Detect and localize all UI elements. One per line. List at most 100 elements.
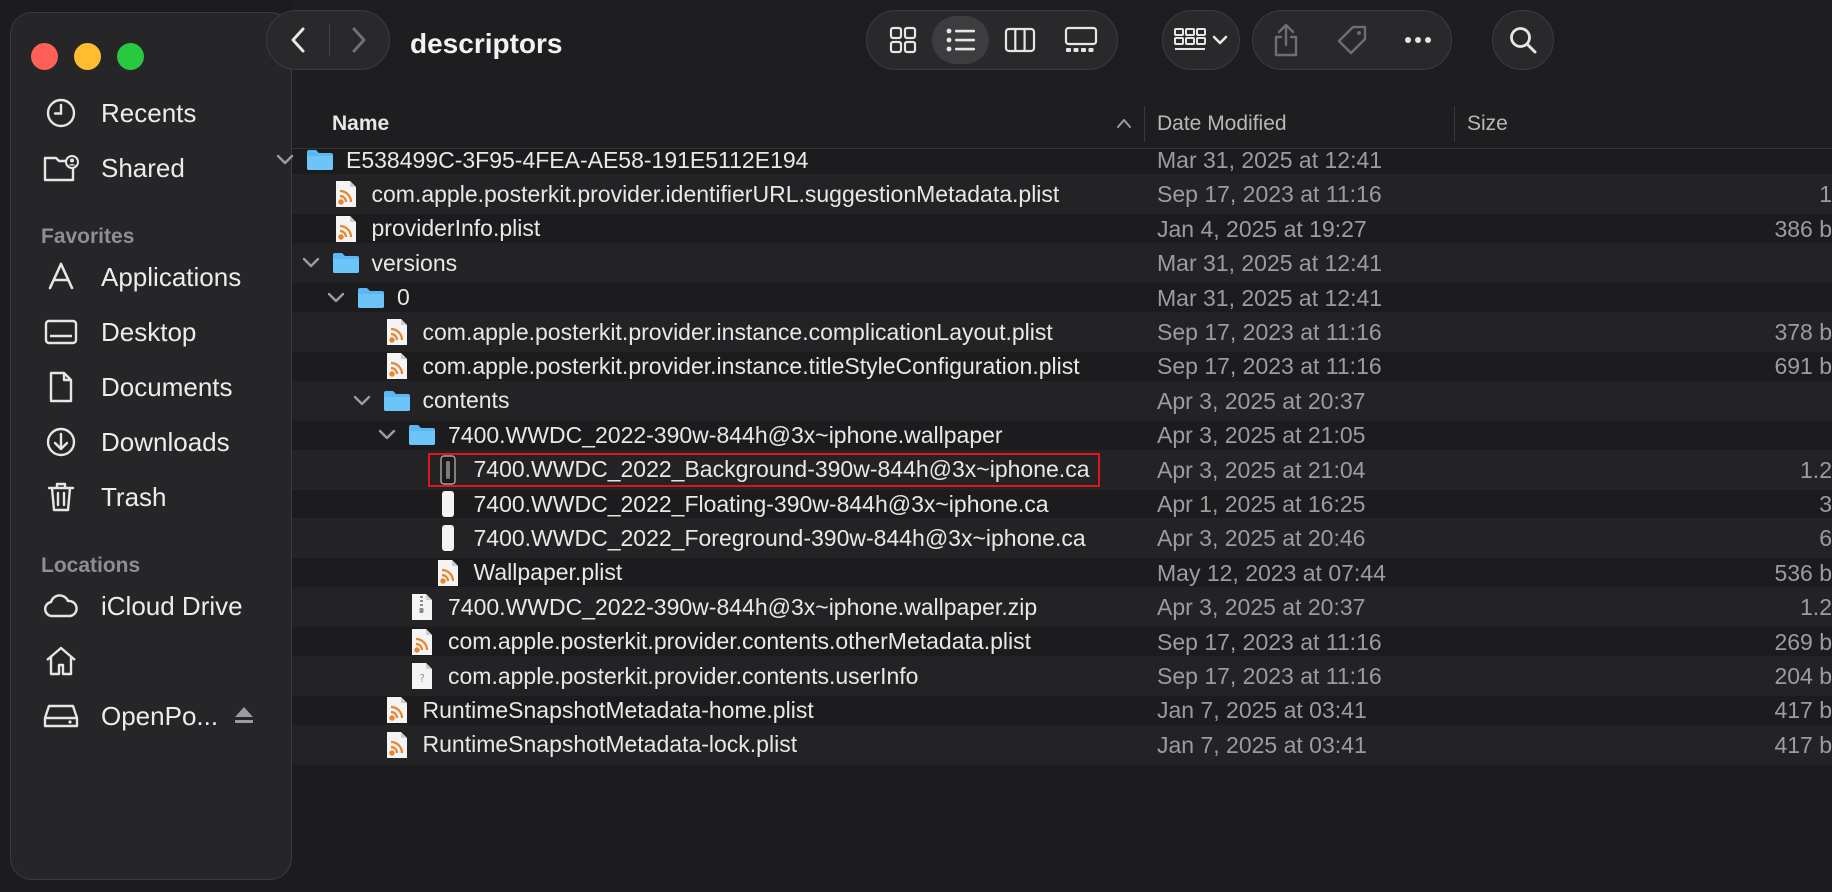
plist-file-icon bbox=[383, 695, 411, 725]
sidebar-item-recents[interactable]: Recents bbox=[41, 93, 196, 133]
file-name: 7400.WWDC_2022-390w-844h@3x~iphone.wallp… bbox=[448, 593, 1038, 620]
date-modified-column-header[interactable]: Date Modified bbox=[1157, 112, 1287, 136]
size-column-header[interactable]: Size bbox=[1467, 112, 1508, 136]
file-list: E538499C-3F95-4FEA-AE58-191E5112E194 Mar … bbox=[276, 145, 1832, 892]
svg-text:?: ? bbox=[419, 672, 425, 685]
eject-icon[interactable] bbox=[233, 705, 255, 730]
file-name: com.apple.posterkit.provider.contents.us… bbox=[448, 662, 919, 689]
window-title: descriptors bbox=[410, 28, 563, 59]
ca-file-icon bbox=[434, 489, 462, 519]
disclosure-chevron-icon[interactable] bbox=[325, 287, 347, 309]
plist-file-icon bbox=[332, 214, 360, 244]
sidebar-item-shared[interactable]: Shared bbox=[41, 148, 185, 188]
file-name: 7400.WWDC_2022_Floating-390w-844h@3x~iph… bbox=[473, 490, 1049, 517]
sidebar-item-label: Recents bbox=[101, 97, 197, 128]
plist-file-icon bbox=[383, 317, 411, 347]
folder-icon bbox=[306, 145, 334, 175]
sidebar-item-label: Documents bbox=[101, 371, 233, 402]
column-divider[interactable] bbox=[1144, 106, 1145, 142]
ca-file-icon bbox=[434, 523, 462, 553]
sidebar-item-label: Downloads bbox=[101, 426, 230, 457]
name-column-header[interactable]: Name bbox=[332, 112, 389, 136]
list-view-button[interactable] bbox=[932, 16, 990, 64]
more-actions-button[interactable] bbox=[1385, 11, 1451, 69]
chevron-down-icon bbox=[1212, 35, 1228, 45]
plist-file-icon bbox=[383, 730, 411, 760]
zoom-window-button[interactable] bbox=[117, 43, 144, 70]
grid-icon bbox=[889, 26, 916, 54]
plist-file-icon bbox=[408, 627, 436, 657]
close-window-button[interactable] bbox=[31, 43, 58, 70]
file-row[interactable]: RuntimeSnapshotMetadata-lock.plist Jan 7,… bbox=[292, 724, 1832, 765]
sidebar-item-trash[interactable]: Trash bbox=[41, 477, 167, 517]
file-name: contents bbox=[422, 387, 510, 414]
sidebar-item-label: OpenPo... bbox=[101, 700, 219, 731]
file-name: com.apple.posterkit.provider.contents.ot… bbox=[448, 628, 1031, 655]
plist-file-icon bbox=[332, 179, 360, 209]
share-button[interactable] bbox=[1253, 11, 1319, 69]
back-button[interactable] bbox=[267, 11, 329, 69]
document-icon bbox=[41, 367, 81, 407]
icon-view-button[interactable] bbox=[873, 11, 932, 69]
shared-folder-icon bbox=[41, 148, 81, 188]
list-icon bbox=[946, 28, 975, 52]
file-name: 7400.WWDC_2022_Foreground-390w-844h@3x~i… bbox=[473, 524, 1086, 551]
disclosure-chevron-icon[interactable] bbox=[274, 149, 296, 171]
file-name: RuntimeSnapshotMetadata-home.plist bbox=[422, 696, 814, 723]
file-name: RuntimeSnapshotMetadata-lock.plist bbox=[422, 731, 798, 758]
disclosure-chevron-icon[interactable] bbox=[376, 424, 398, 446]
cloud-icon bbox=[41, 586, 81, 626]
group-by-button[interactable] bbox=[1162, 10, 1240, 70]
folder-icon bbox=[357, 283, 385, 313]
sidebar-item-documents[interactable]: Documents bbox=[41, 367, 233, 407]
view-switcher bbox=[866, 10, 1118, 70]
columns-icon bbox=[1004, 27, 1035, 53]
file-name: Wallpaper.plist bbox=[473, 559, 623, 586]
forward-button[interactable] bbox=[329, 11, 389, 69]
navigation-buttons bbox=[266, 10, 390, 70]
file-name: 0 bbox=[397, 284, 410, 311]
column-view-button[interactable] bbox=[989, 11, 1050, 69]
minimize-window-button[interactable] bbox=[74, 43, 101, 70]
search-button[interactable] bbox=[1492, 10, 1554, 70]
selection-highlight bbox=[428, 453, 1100, 487]
sort-ascending-icon[interactable] bbox=[1116, 117, 1132, 129]
folder-icon bbox=[383, 386, 411, 416]
sidebar-item-icloud-drive[interactable]: iCloud Drive bbox=[41, 586, 243, 626]
disclosure-spacer bbox=[402, 493, 424, 515]
column-divider[interactable] bbox=[1454, 106, 1455, 142]
actions-group bbox=[1252, 10, 1452, 70]
group-grid-icon bbox=[1174, 28, 1206, 50]
disclosure-spacer bbox=[351, 734, 373, 756]
disclosure-chevron-icon[interactable] bbox=[351, 390, 373, 412]
file-name: com.apple.posterkit.provider.identifierU… bbox=[371, 180, 1060, 207]
gallery-view-button[interactable] bbox=[1050, 11, 1111, 69]
disclosure-spacer bbox=[402, 459, 424, 481]
applications-icon bbox=[41, 257, 81, 297]
file-name: 7400.WWDC_2022-390w-844h@3x~iphone.wallp… bbox=[448, 421, 1003, 448]
gallery-icon bbox=[1064, 26, 1097, 52]
sidebar-item-home[interactable] bbox=[41, 641, 101, 681]
date-modified-cell: Jan 7, 2025 at 03:41 bbox=[1157, 731, 1367, 758]
sidebar-item-label: Shared bbox=[101, 152, 185, 183]
file-name: E538499C-3F95-4FEA-AE58-191E5112E194 bbox=[346, 146, 809, 173]
sidebar-item-desktop[interactable]: Desktop bbox=[41, 312, 196, 352]
tag-button[interactable] bbox=[1319, 11, 1385, 69]
home-icon bbox=[41, 641, 81, 681]
disclosure-spacer bbox=[300, 183, 322, 205]
sidebar-item-applications[interactable]: Applications bbox=[41, 257, 241, 297]
plist-file-icon bbox=[383, 351, 411, 381]
sidebar-item-label: Trash bbox=[101, 481, 167, 512]
folder-icon bbox=[332, 248, 360, 278]
drive-icon bbox=[41, 696, 81, 736]
ellipsis-icon bbox=[1405, 37, 1431, 43]
sidebar-item-downloads[interactable]: Downloads bbox=[41, 422, 230, 462]
name-cell: RuntimeSnapshotMetadata-lock.plist bbox=[351, 725, 798, 765]
search-icon bbox=[1510, 27, 1537, 54]
disclosure-chevron-icon[interactable] bbox=[300, 252, 322, 274]
disclosure-spacer bbox=[376, 631, 398, 653]
sidebar-item-label: Applications bbox=[101, 261, 242, 292]
download-icon bbox=[41, 422, 81, 462]
disclosure-spacer bbox=[376, 665, 398, 687]
sidebar-item-label: Desktop bbox=[101, 316, 197, 347]
